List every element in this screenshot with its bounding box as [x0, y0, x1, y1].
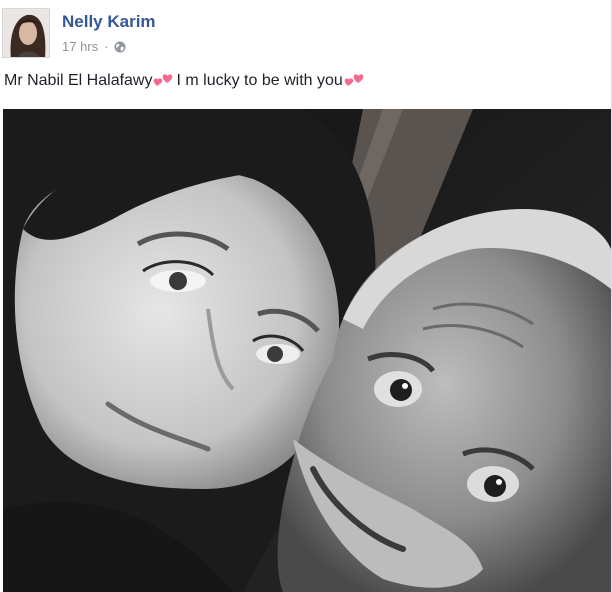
- post-meta: 17 hrs ·: [62, 39, 126, 54]
- post-caption: Mr Nabil El Halafawy I m lucky to be wit…: [4, 72, 367, 90]
- post-photo[interactable]: [3, 109, 611, 592]
- post-timestamp[interactable]: 17 hrs: [62, 39, 98, 54]
- globe-icon[interactable]: [114, 41, 126, 53]
- author-name[interactable]: Nelly Karim: [62, 12, 156, 32]
- caption-text-2: I m lucky to be with you: [176, 72, 343, 89]
- meta-separator: ·: [104, 39, 109, 54]
- facebook-post: Nelly Karim 17 hrs · Mr Nabil El Halafaw…: [0, 0, 612, 592]
- two-hearts-icon: [153, 72, 175, 90]
- two-hearts-icon: [344, 72, 366, 90]
- author-avatar[interactable]: [2, 8, 50, 58]
- caption-text-1: Mr Nabil El Halafawy: [4, 72, 153, 89]
